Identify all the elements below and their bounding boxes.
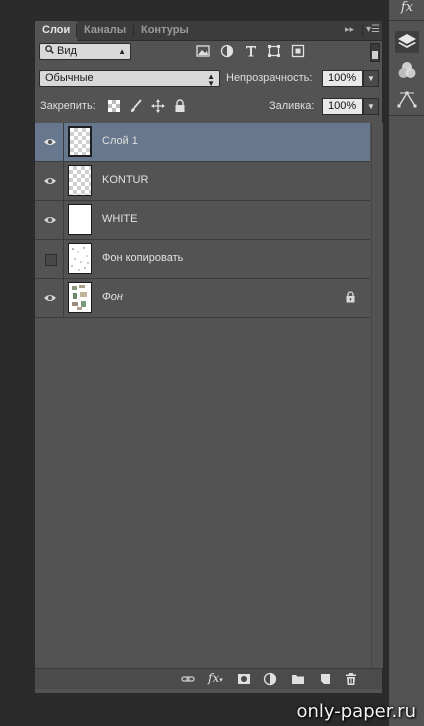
tab-layers[interactable]: Слои: [35, 21, 78, 41]
layer-name[interactable]: KONTUR: [102, 174, 148, 186]
fill-slider-toggle[interactable]: ▼: [363, 98, 379, 115]
fx-styles-icon[interactable]: fx: [395, 0, 419, 22]
fx-icon[interactable]: fx▾: [208, 672, 223, 686]
adjustment-filter-icon[interactable]: [220, 44, 234, 58]
layer-row-sloy-1[interactable]: Слой 1: [35, 123, 370, 162]
opacity-label: Непрозрачность:: [226, 72, 313, 84]
visibility-toggle-off[interactable]: [45, 254, 57, 266]
link-layers-icon[interactable]: [181, 672, 195, 686]
layer-row-fon-kopirovat[interactable]: Фон копировать: [35, 240, 370, 279]
layer-name[interactable]: Слой 1: [102, 135, 138, 147]
visibility-eye-icon[interactable]: [43, 291, 57, 305]
layer-thumbnail: [68, 204, 92, 235]
lock-label: Закрепить:: [40, 100, 96, 112]
layers-bottom-toolbar: fx▾: [35, 668, 382, 689]
layer-name[interactable]: WHITE: [102, 213, 137, 225]
layer-row-white[interactable]: WHITE: [35, 201, 370, 240]
image-filter-icon[interactable]: [196, 44, 210, 58]
tab-channels[interactable]: Каналы: [77, 21, 133, 40]
layer-thumbnail: [68, 243, 92, 274]
layer-name[interactable]: Фон копировать: [102, 252, 183, 264]
search-icon: [45, 44, 57, 59]
layer-thumbnail: [68, 165, 92, 196]
fill-input[interactable]: 100%: [322, 98, 363, 115]
smart-object-filter-icon[interactable]: [291, 44, 305, 58]
lock-transparent-icon[interactable]: [108, 100, 122, 114]
right-dock: fx: [388, 0, 424, 726]
blend-mode-value: Обычные: [45, 72, 94, 84]
panel-menu-icon[interactable]: ▾☰: [366, 24, 380, 35]
layers-panel-icon[interactable]: [395, 31, 419, 53]
visibility-eye-icon[interactable]: [43, 135, 57, 149]
shape-filter-icon[interactable]: [267, 44, 281, 58]
add-mask-icon[interactable]: [237, 672, 251, 686]
new-adjustment-icon[interactable]: [263, 672, 277, 686]
collapse-panel-icon[interactable]: ▸▸: [345, 24, 354, 35]
layers-scrollbar[interactable]: [371, 123, 383, 668]
channels-panel-icon[interactable]: [395, 60, 419, 82]
filter-kind-label: Вид: [57, 45, 77, 57]
filter-toggle-switch[interactable]: [370, 43, 380, 62]
visibility-eye-icon[interactable]: [43, 174, 57, 188]
layers-list: Слой 1 KONTUR WHITE Фон копировать Фон: [35, 123, 370, 321]
panel-tab-bar: Слои Каналы Контуры ▸▸ ▾☰: [35, 21, 382, 41]
lock-all-icon[interactable]: [174, 99, 188, 113]
blend-mode-dropdown[interactable]: Обычные ▲ ▼: [39, 70, 220, 88]
lock-image-icon[interactable]: [129, 99, 143, 113]
layer-thumbnail: [68, 282, 92, 313]
opacity-slider-toggle[interactable]: ▼: [363, 70, 379, 87]
layer-lock-icon[interactable]: [345, 291, 356, 303]
layer-thumbnail: [68, 126, 92, 157]
type-filter-icon[interactable]: [244, 44, 258, 58]
filter-kind-dropdown[interactable]: Вид ▲: [39, 43, 131, 60]
delete-layer-icon[interactable]: [344, 672, 358, 686]
fill-label: Заливка:: [269, 100, 315, 112]
visibility-eye-icon[interactable]: [43, 213, 57, 227]
tab-paths[interactable]: Контуры: [134, 21, 196, 40]
new-layer-icon[interactable]: [318, 672, 332, 686]
layer-row-fon[interactable]: Фон: [35, 279, 370, 318]
layers-panel: Слои Каналы Контуры ▸▸ ▾☰ Вид ▲ Обычные …: [34, 20, 383, 694]
lock-position-icon[interactable]: [151, 99, 165, 113]
new-group-icon[interactable]: [291, 672, 305, 686]
layer-row-kontur[interactable]: KONTUR: [35, 162, 370, 201]
layer-name[interactable]: Фон: [102, 291, 123, 303]
watermark: only-paper.ru: [296, 701, 417, 722]
opacity-input[interactable]: 100%: [322, 70, 363, 87]
paths-panel-icon[interactable]: [395, 88, 419, 110]
